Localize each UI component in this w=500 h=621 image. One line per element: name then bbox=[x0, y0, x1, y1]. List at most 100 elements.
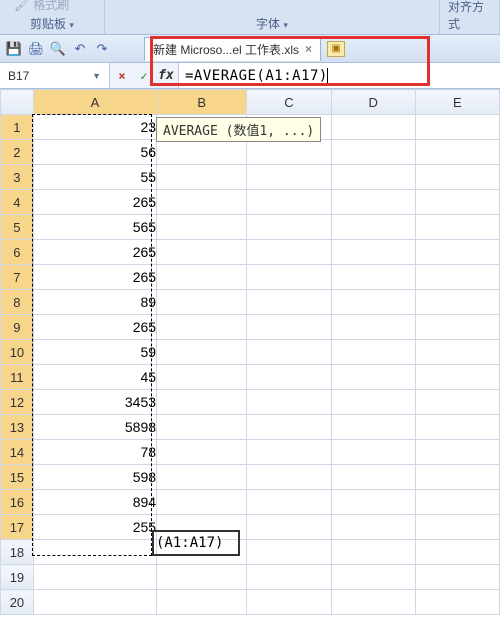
cell[interactable] bbox=[247, 515, 331, 540]
cell[interactable]: 565 bbox=[33, 215, 156, 240]
cell[interactable]: 56 bbox=[33, 140, 156, 165]
cell[interactable] bbox=[331, 190, 415, 215]
redo-icon[interactable]: ↷ bbox=[92, 39, 112, 59]
cell[interactable] bbox=[157, 390, 247, 415]
cell[interactable] bbox=[157, 215, 247, 240]
cell[interactable] bbox=[157, 140, 247, 165]
cell[interactable] bbox=[247, 215, 331, 240]
cell[interactable] bbox=[415, 590, 499, 615]
row-header[interactable]: 8 bbox=[1, 290, 34, 315]
cell[interactable] bbox=[33, 590, 156, 615]
cell[interactable] bbox=[415, 465, 499, 490]
cell[interactable] bbox=[247, 365, 331, 390]
cell[interactable] bbox=[33, 565, 156, 590]
column-header[interactable]: B bbox=[157, 90, 247, 115]
row-header[interactable]: 18 bbox=[1, 540, 34, 565]
cell[interactable] bbox=[331, 465, 415, 490]
cell[interactable] bbox=[247, 590, 331, 615]
cell[interactable] bbox=[415, 315, 499, 340]
row-header[interactable]: 4 bbox=[1, 190, 34, 215]
cell[interactable] bbox=[331, 440, 415, 465]
cell[interactable] bbox=[331, 290, 415, 315]
cell[interactable] bbox=[331, 515, 415, 540]
print-icon[interactable]: 🖨 bbox=[26, 39, 46, 59]
cell[interactable] bbox=[415, 390, 499, 415]
cell[interactable] bbox=[33, 540, 156, 565]
cell[interactable] bbox=[331, 240, 415, 265]
cell[interactable] bbox=[415, 565, 499, 590]
row-header[interactable]: 6 bbox=[1, 240, 34, 265]
cell[interactable] bbox=[331, 265, 415, 290]
row-header[interactable]: 20 bbox=[1, 590, 34, 615]
cell[interactable] bbox=[331, 540, 415, 565]
row-header[interactable]: 17 bbox=[1, 515, 34, 540]
cell[interactable] bbox=[415, 265, 499, 290]
cell[interactable] bbox=[331, 490, 415, 515]
cell[interactable] bbox=[247, 465, 331, 490]
cell[interactable] bbox=[157, 565, 247, 590]
formula-input[interactable]: =AVERAGE(A1:A17) bbox=[179, 63, 500, 88]
close-icon[interactable]: × bbox=[305, 42, 312, 56]
cell[interactable] bbox=[415, 290, 499, 315]
cell[interactable] bbox=[157, 290, 247, 315]
cell[interactable]: 265 bbox=[33, 240, 156, 265]
cell[interactable] bbox=[247, 240, 331, 265]
cell[interactable] bbox=[415, 340, 499, 365]
cell[interactable]: 265 bbox=[33, 315, 156, 340]
cell[interactable] bbox=[247, 415, 331, 440]
column-header[interactable]: D bbox=[331, 90, 415, 115]
cell[interactable] bbox=[157, 190, 247, 215]
cancel-button[interactable]: × bbox=[114, 69, 130, 83]
chevron-down-icon[interactable]: ▼ bbox=[92, 71, 101, 81]
document-tab[interactable]: 新建 Microso...el 工作表.xls × bbox=[144, 37, 321, 61]
fx-icon[interactable]: fx bbox=[158, 68, 174, 83]
cell[interactable] bbox=[247, 565, 331, 590]
cell[interactable]: 3453 bbox=[33, 390, 156, 415]
cell[interactable] bbox=[415, 440, 499, 465]
cell[interactable]: 59 bbox=[33, 340, 156, 365]
cell[interactable] bbox=[157, 340, 247, 365]
cell[interactable] bbox=[247, 290, 331, 315]
row-header[interactable]: 9 bbox=[1, 315, 34, 340]
cell[interactable]: 55 bbox=[33, 165, 156, 190]
select-all-corner[interactable] bbox=[1, 90, 34, 115]
confirm-button[interactable]: ✓ bbox=[136, 69, 152, 83]
cell[interactable] bbox=[157, 315, 247, 340]
cell[interactable] bbox=[331, 140, 415, 165]
cell[interactable]: 45 bbox=[33, 365, 156, 390]
preview-icon[interactable]: 🔍 bbox=[48, 39, 68, 59]
row-header[interactable]: 13 bbox=[1, 415, 34, 440]
cell[interactable] bbox=[247, 540, 331, 565]
row-header[interactable]: 7 bbox=[1, 265, 34, 290]
cell[interactable] bbox=[331, 215, 415, 240]
cell[interactable] bbox=[157, 590, 247, 615]
cell[interactable] bbox=[157, 490, 247, 515]
chevron-down-icon[interactable]: ▾ bbox=[69, 20, 74, 30]
cell[interactable]: 5898 bbox=[33, 415, 156, 440]
column-header[interactable]: C bbox=[247, 90, 331, 115]
cell[interactable] bbox=[247, 340, 331, 365]
cell[interactable] bbox=[331, 340, 415, 365]
cell[interactable] bbox=[157, 165, 247, 190]
row-header[interactable]: 3 bbox=[1, 165, 34, 190]
chevron-down-icon[interactable]: ▾ bbox=[283, 20, 288, 30]
cell[interactable] bbox=[247, 390, 331, 415]
cell[interactable] bbox=[331, 590, 415, 615]
row-header[interactable]: 1 bbox=[1, 115, 34, 140]
row-header[interactable]: 16 bbox=[1, 490, 34, 515]
cell[interactable] bbox=[247, 140, 331, 165]
cell[interactable] bbox=[331, 390, 415, 415]
cell[interactable]: 23 bbox=[33, 115, 156, 140]
cell[interactable] bbox=[247, 315, 331, 340]
row-header[interactable]: 14 bbox=[1, 440, 34, 465]
format-painter-button[interactable]: 🖌 格式刷 bbox=[8, 0, 69, 13]
cell[interactable] bbox=[331, 315, 415, 340]
cell[interactable] bbox=[157, 440, 247, 465]
cell[interactable]: 598 bbox=[33, 465, 156, 490]
cell[interactable]: 78 bbox=[33, 440, 156, 465]
undo-icon[interactable]: ↶ bbox=[70, 39, 90, 59]
cell[interactable] bbox=[247, 190, 331, 215]
cell[interactable] bbox=[415, 240, 499, 265]
cell[interactable] bbox=[247, 165, 331, 190]
row-header[interactable]: 11 bbox=[1, 365, 34, 390]
